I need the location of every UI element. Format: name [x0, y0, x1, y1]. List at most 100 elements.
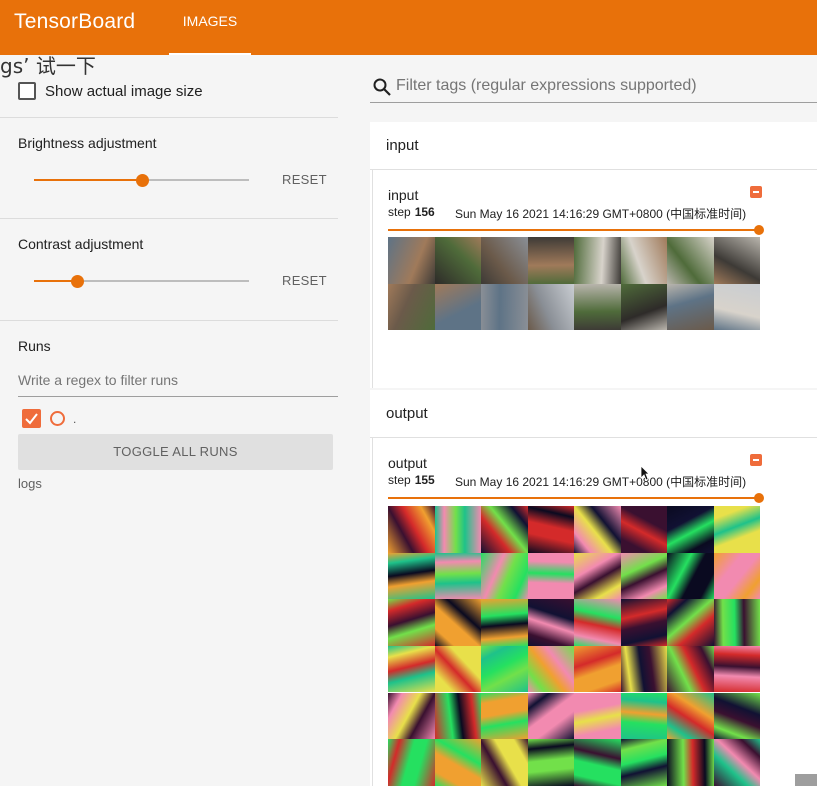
image-card-step: step 156	[388, 205, 435, 219]
image-tile	[713, 552, 760, 600]
brightness-reset-button[interactable]: RESET	[282, 172, 327, 187]
step-slider-track	[388, 229, 760, 231]
check-icon	[25, 413, 38, 425]
image-tile	[481, 506, 528, 553]
image-tile	[527, 739, 574, 786]
image-tile	[667, 552, 714, 600]
contrast-reset-button[interactable]: RESET	[282, 273, 327, 288]
image-tile	[388, 739, 435, 786]
image-tile	[574, 645, 621, 693]
contrast-slider[interactable]	[34, 274, 249, 288]
image-tile	[434, 237, 481, 284]
image-tile	[434, 692, 481, 740]
image-tile	[620, 692, 667, 740]
sidebar-divider	[0, 117, 338, 118]
runs-filter-input[interactable]: Write a regex to filter runs	[18, 372, 338, 397]
show-actual-size-toggle[interactable]: Show actual image size	[18, 82, 203, 100]
image-tile	[620, 599, 667, 646]
fullscreen-icon[interactable]	[750, 186, 762, 198]
image-tile	[620, 552, 667, 600]
image-tile	[574, 692, 621, 740]
app-title: TensorBoard	[14, 10, 136, 33]
image-card-step: step 155	[388, 473, 435, 487]
image-tile	[667, 237, 714, 284]
image-tile	[527, 692, 574, 740]
slider-thumb[interactable]	[135, 174, 149, 187]
slider-fill	[34, 179, 142, 181]
image-grid-input[interactable]	[388, 237, 760, 330]
run-color-swatch[interactable]	[50, 411, 65, 426]
tag-filter-input[interactable]: Filter tags (regular expressions support…	[396, 77, 697, 95]
image-tile	[713, 692, 760, 740]
tag-group-header[interactable]: output	[370, 390, 817, 438]
step-value: 156	[414, 205, 435, 219]
image-tile	[527, 506, 574, 553]
image-tile	[481, 283, 528, 330]
image-tile	[620, 283, 667, 330]
run-item[interactable]: .	[22, 409, 76, 428]
image-tile	[481, 237, 528, 284]
image-tile	[574, 552, 621, 600]
step-label: step	[388, 473, 411, 487]
tab-images[interactable]: IMAGES	[169, 0, 251, 55]
image-card-timestamp: Sun May 16 2021 14:16:29 GMT+0800 (中国标准时…	[455, 207, 747, 221]
image-tile	[667, 645, 714, 693]
image-tile	[713, 237, 760, 284]
image-tile	[667, 692, 714, 740]
step-slider[interactable]	[388, 225, 764, 235]
image-tile	[388, 237, 435, 284]
tag-group-output: output output step 155 Sun May 16 2021 14…	[370, 390, 817, 786]
sidebar: Show actual image size Brightness adjust…	[0, 55, 350, 786]
step-slider-thumb[interactable]	[754, 493, 764, 503]
image-tile	[574, 739, 621, 786]
top-app-bar: TensorBoard IMAGES	[0, 0, 817, 55]
image-tile	[667, 506, 714, 553]
image-card-output: output step 155 Sun May 16 2021 14:16:29 …	[372, 438, 817, 786]
tag-group-header[interactable]: input	[370, 122, 817, 170]
image-tile	[434, 283, 481, 330]
sidebar-divider	[0, 320, 338, 321]
run-checkbox[interactable]	[22, 409, 41, 428]
run-name: .	[73, 411, 77, 426]
mouse-cursor-icon	[640, 465, 650, 481]
tag-group-input: input input step 156 Sun May 16 2021 14:1…	[370, 122, 817, 388]
image-tile	[481, 739, 528, 786]
image-tile	[574, 237, 621, 284]
image-tile	[667, 283, 714, 330]
image-tile	[574, 283, 621, 330]
image-tile	[574, 506, 621, 553]
image-tile	[481, 599, 528, 646]
brightness-slider[interactable]	[34, 173, 249, 187]
image-tile	[434, 552, 481, 600]
image-grid-output[interactable]	[388, 506, 760, 786]
image-tile	[481, 552, 528, 600]
step-slider-track	[388, 497, 760, 499]
fullscreen-icon[interactable]	[750, 454, 762, 466]
tag-filter[interactable]: Filter tags (regular expressions support…	[370, 73, 817, 103]
image-tile	[620, 739, 667, 786]
image-card-tag: input	[388, 187, 419, 203]
image-tile	[434, 739, 481, 786]
brightness-title: Brightness adjustment	[18, 135, 157, 151]
step-slider[interactable]	[388, 493, 764, 503]
image-tile	[434, 506, 481, 553]
toggle-all-runs-button[interactable]: TOGGLE ALL RUNS	[18, 434, 333, 470]
image-tile	[434, 645, 481, 693]
image-tile	[388, 552, 435, 600]
image-tile	[527, 599, 574, 646]
image-tile	[713, 599, 760, 646]
step-slider-thumb[interactable]	[754, 225, 764, 235]
image-tile	[667, 739, 714, 786]
logdir-label: logs	[18, 476, 42, 491]
scrollbar-thumb[interactable]	[795, 774, 817, 786]
image-tile	[713, 739, 760, 786]
step-label: step	[388, 205, 411, 219]
image-tile	[667, 599, 714, 646]
image-tile	[388, 692, 435, 740]
show-actual-size-checkbox[interactable]	[18, 82, 36, 100]
search-icon	[373, 78, 391, 96]
slider-thumb[interactable]	[71, 275, 84, 288]
image-tile	[481, 645, 528, 693]
image-tile	[481, 692, 528, 740]
image-card-timestamp: Sun May 16 2021 14:16:29 GMT+0800 (中国标准时…	[455, 475, 747, 489]
